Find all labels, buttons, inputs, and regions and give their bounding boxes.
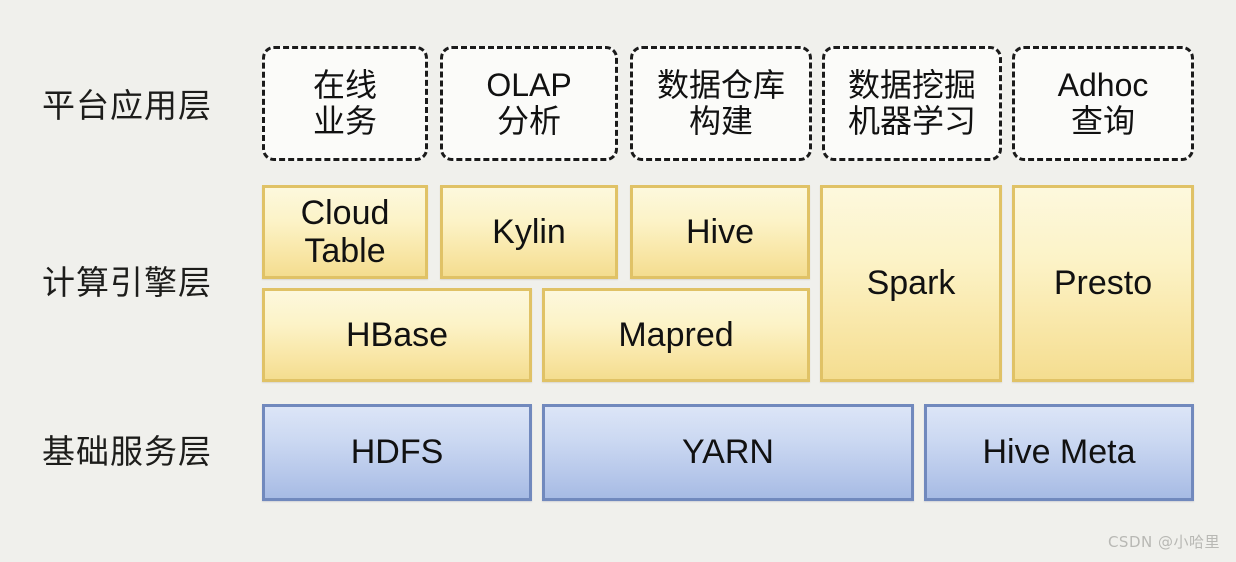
base-box-yarn[interactable]: YARN: [542, 404, 914, 501]
app-box-adhoc-query-line1: Adhoc: [1057, 66, 1149, 103]
engine-box-spark-label: Spark: [866, 264, 956, 303]
engine-box-presto[interactable]: Presto: [1012, 185, 1194, 382]
engine-box-kylin[interactable]: Kylin: [440, 185, 618, 279]
engine-box-mapred[interactable]: Mapred: [542, 288, 810, 382]
app-box-olap-analysis[interactable]: OLAP 分析: [440, 46, 618, 161]
engine-box-hbase[interactable]: HBase: [262, 288, 532, 382]
engine-box-kylin-label: Kylin: [492, 212, 566, 251]
row-label-compute-engine-layer: 计算引擎层: [42, 263, 212, 302]
base-box-hdfs[interactable]: HDFS: [262, 404, 532, 501]
engine-box-cloud-table-line1: Cloud: [300, 193, 390, 232]
app-box-data-warehouse[interactable]: 数据仓库 构建: [630, 46, 812, 161]
engine-box-hbase-label: HBase: [345, 315, 449, 354]
watermark: CSDN @小哈里: [1107, 533, 1220, 551]
app-box-olap-analysis-line1: OLAP: [486, 66, 572, 103]
engine-box-mapred-label: Mapred: [618, 315, 734, 354]
engine-box-presto-label: Presto: [1053, 264, 1153, 303]
app-box-online-business-line2: 业务: [312, 102, 377, 139]
app-box-data-mining-ml[interactable]: 数据挖掘 机器学习: [822, 46, 1002, 161]
engine-box-spark[interactable]: Spark: [820, 185, 1002, 382]
row-label-application-layer: 平台应用层: [42, 86, 212, 125]
app-box-data-mining-ml-line2: 机器学习: [847, 102, 976, 139]
base-box-hdfs-label: HDFS: [350, 433, 444, 472]
app-box-adhoc-query[interactable]: Adhoc 查询: [1012, 46, 1194, 161]
app-box-data-mining-ml-line1: 数据挖掘: [847, 66, 976, 103]
row-label-base-service-layer: 基础服务层: [42, 432, 212, 471]
engine-box-hive[interactable]: Hive: [630, 185, 810, 279]
app-box-data-warehouse-line2: 构建: [688, 102, 753, 139]
app-box-adhoc-query-line2: 查询: [1070, 102, 1135, 139]
base-box-yarn-label: YARN: [682, 433, 774, 472]
app-box-online-business[interactable]: 在线 业务: [262, 46, 428, 161]
app-box-data-warehouse-line1: 数据仓库: [656, 66, 785, 103]
base-box-hive-meta[interactable]: Hive Meta: [924, 404, 1194, 501]
app-box-olap-analysis-line2: 分析: [496, 102, 561, 139]
app-box-online-business-line1: 在线: [312, 66, 377, 103]
engine-box-cloud-table-line2: Table: [304, 232, 386, 270]
architecture-diagram: 平台应用层 计算引擎层 基础服务层 在线 业务 OLAP 分析 数据仓库 构建 …: [0, 0, 1236, 562]
engine-box-hive-label: Hive: [685, 212, 755, 251]
base-box-hive-meta-label: Hive Meta: [982, 433, 1136, 472]
engine-box-cloud-table[interactable]: Cloud Table: [262, 185, 428, 279]
